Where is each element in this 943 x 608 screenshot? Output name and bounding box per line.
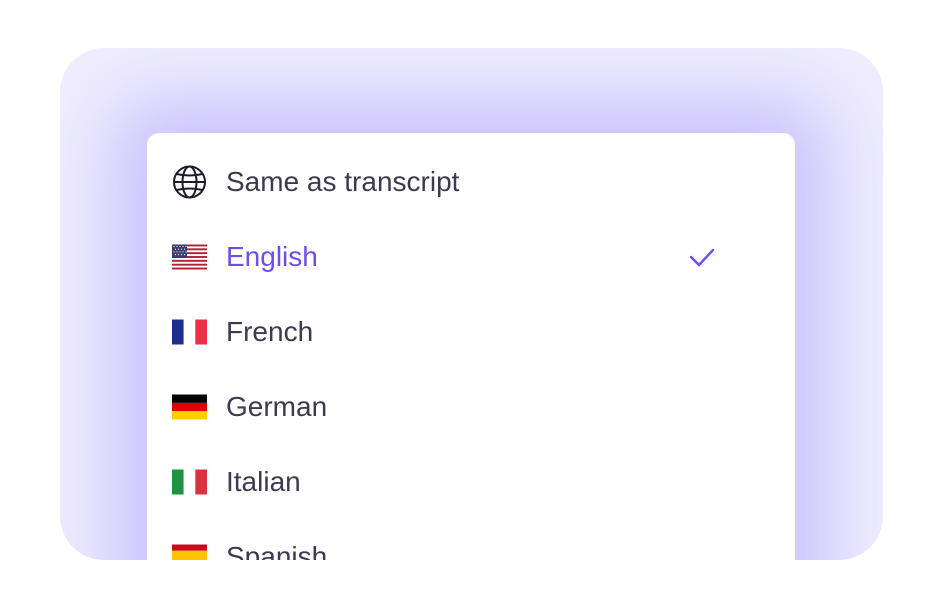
us-flag-icon bbox=[172, 244, 207, 269]
menu-item-german[interactable]: German bbox=[147, 369, 795, 444]
menu-item-spanish[interactable]: Spanish bbox=[147, 519, 795, 560]
menu-item-label: German bbox=[226, 390, 328, 422]
france-flag-icon bbox=[172, 319, 207, 344]
globe-icon bbox=[172, 165, 207, 198]
menu-item-same-as-transcript[interactable]: Same as transcript bbox=[147, 144, 795, 219]
germany-flag-icon bbox=[172, 394, 207, 419]
language-dropdown-menu: Same as transcript English French German… bbox=[147, 133, 795, 560]
menu-item-french[interactable]: French bbox=[147, 294, 795, 369]
menu-item-label: Same as transcript bbox=[226, 165, 460, 197]
italy-flag-icon bbox=[172, 469, 207, 494]
menu-item-label: English bbox=[226, 240, 318, 272]
check-icon bbox=[689, 248, 715, 266]
menu-item-english[interactable]: English bbox=[147, 219, 795, 294]
menu-item-label: Spanish bbox=[226, 540, 328, 561]
menu-item-label: French bbox=[226, 315, 314, 347]
menu-item-italian[interactable]: Italian bbox=[147, 444, 795, 519]
spain-flag-icon bbox=[172, 544, 207, 560]
menu-item-label: Italian bbox=[226, 465, 301, 497]
